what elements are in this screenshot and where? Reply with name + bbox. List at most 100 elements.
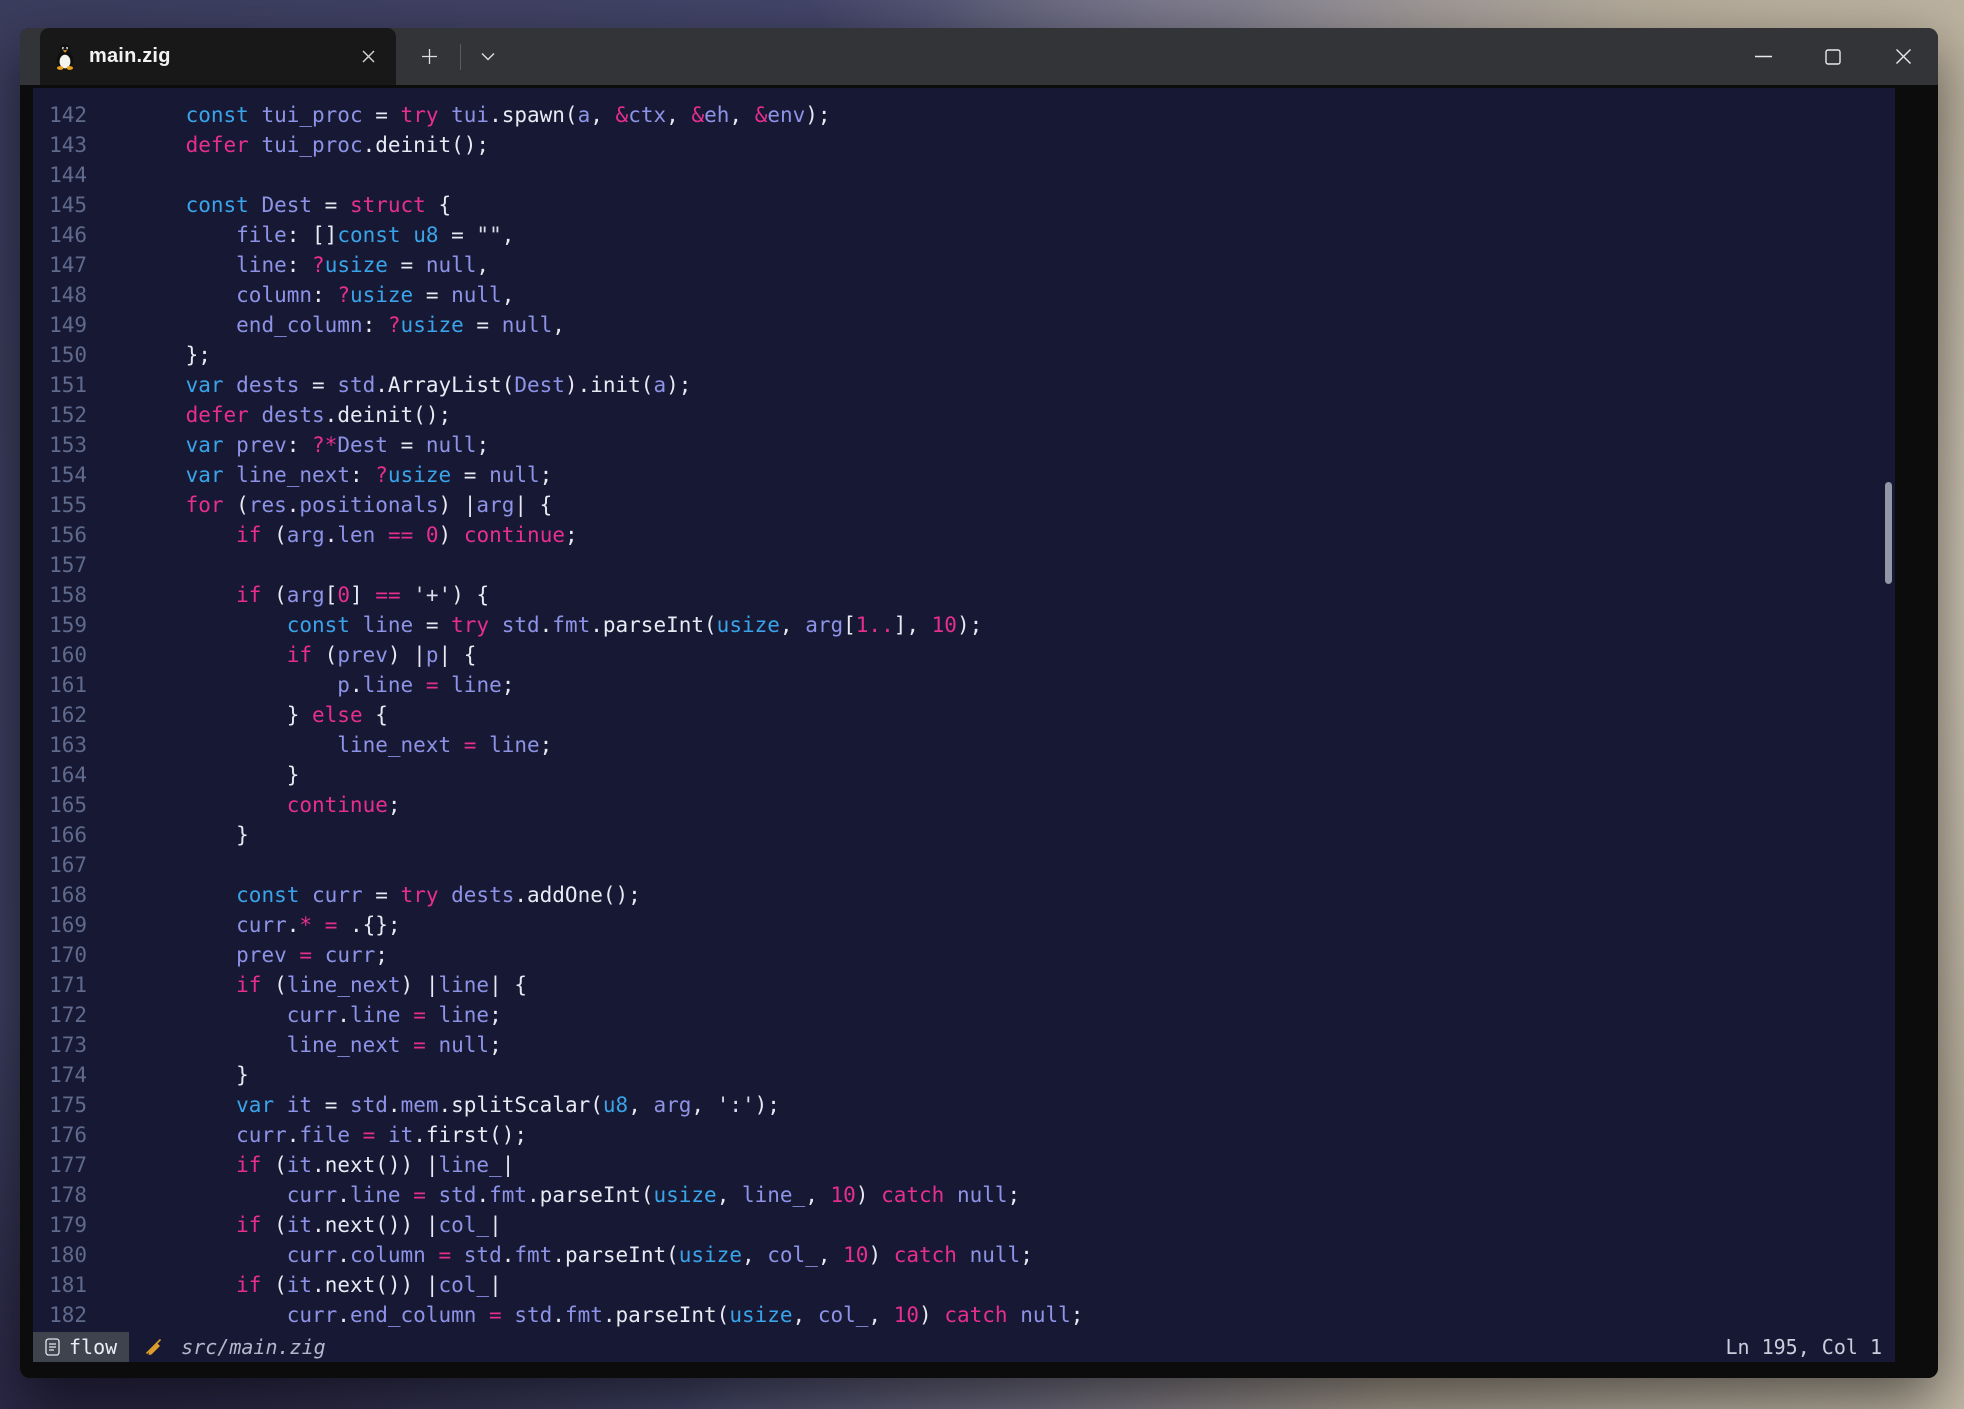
code-token: . [287,913,300,937]
line-number: 170 [45,940,87,970]
code-token: ); [957,613,982,637]
tab-main-zig[interactable]: main.zig [40,28,396,85]
code-token: = [451,463,489,487]
code-line[interactable]: 146 file: []const u8 = "", [45,220,1895,250]
new-tab-button[interactable] [402,28,456,85]
code-line[interactable]: 148 column: ?usize = null, [45,280,1895,310]
code-line[interactable]: 149 end_column: ?usize = null, [45,310,1895,340]
code-token [312,943,325,967]
code-line[interactable]: 147 line: ?usize = null, [45,250,1895,280]
code-token: ( [261,973,286,997]
code-line[interactable]: 145 const Dest = struct { [45,190,1895,220]
code-token: std [514,1303,552,1327]
code-token: try [451,613,489,637]
code-token: ; [489,1033,502,1057]
code-token: ); [666,373,691,397]
code-token: . [502,1243,515,1267]
code-token: ? [312,253,325,277]
code-line[interactable]: 155 for (res.positionals) |arg| { [45,490,1895,520]
code-line[interactable]: 152 defer dests.deinit(); [45,400,1895,430]
scrollbar-thumb[interactable] [1885,482,1892,584]
code-token: it [287,1093,312,1117]
code-token: . [337,1243,350,1267]
tab-dropdown-button[interactable] [465,28,511,85]
code-token: ) | [401,973,439,997]
code-line[interactable]: 161 p.line = line; [45,670,1895,700]
code-token: ; [502,673,515,697]
code-lines[interactable]: 142 const tui_proc = try tui.spawn(a, &c… [33,88,1895,1332]
code-line[interactable]: 166 } [45,820,1895,850]
code-line[interactable]: 182 curr.end_column = std.fmt.parseInt(u… [45,1300,1895,1330]
code-line[interactable]: 150 }; [45,340,1895,370]
code-line[interactable]: 162 } else { [45,700,1895,730]
code-token: ], [894,613,932,637]
code-line[interactable]: 181 if (it.next()) |col_| [45,1270,1895,1300]
code-line[interactable]: 154 var line_next: ?usize = null; [45,460,1895,490]
code-token: = [363,883,401,907]
code-line[interactable]: 160 if (prev) |p| { [45,640,1895,670]
code-token [476,733,489,757]
code-token [135,493,186,517]
code-line[interactable]: 151 var dests = std.ArrayList(Dest).init… [45,370,1895,400]
code-text: defer dests.deinit(); [135,403,451,427]
code-token: = [413,283,451,307]
code-line[interactable]: 142 const tui_proc = try tui.spawn(a, &c… [45,100,1895,130]
code-line[interactable]: 167 [45,850,1895,880]
flow-menu-button[interactable]: flow [33,1332,129,1362]
close-button[interactable] [1868,28,1938,85]
code-token: eh [704,103,729,127]
code-token [957,1243,970,1267]
code-line[interactable]: 157 [45,550,1895,580]
code-token: ? [375,463,388,487]
code-line[interactable]: 158 if (arg[0] == '+') { [45,580,1895,610]
code-line[interactable]: 175 var it = std.mem.splitScalar(u8, arg… [45,1090,1895,1120]
code-token: .parseInt( [527,1183,653,1207]
code-line[interactable]: 143 defer tui_proc.deinit(); [45,130,1895,160]
line-number: 171 [45,970,87,1000]
code-token: if [236,1213,261,1237]
code-token: 10 [932,613,957,637]
code-token: * [299,913,312,937]
minimize-button[interactable] [1728,28,1798,85]
code-line[interactable]: 173 line_next = null; [45,1030,1895,1060]
code-line[interactable]: 153 var prev: ?*Dest = null; [45,430,1895,460]
code-token: , [868,1303,893,1327]
code-line[interactable]: 169 curr.* = .{}; [45,910,1895,940]
code-line[interactable]: 179 if (it.next()) |col_| [45,1210,1895,1240]
code-line[interactable]: 168 const curr = try dests.addOne(); [45,880,1895,910]
code-text: var prev: ?*Dest = null; [135,433,489,457]
tab-close-button[interactable] [354,43,382,71]
code-line[interactable]: 171 if (line_next) |line| { [45,970,1895,1000]
code-token: .next()) | [312,1153,438,1177]
code-line[interactable]: 174 } [45,1060,1895,1090]
code-token: = [413,1003,426,1027]
code-token: = [299,943,312,967]
code-line[interactable]: 180 curr.column = std.fmt.parseInt(usize… [45,1240,1895,1270]
code-token [274,1093,287,1117]
maximize-button[interactable] [1798,28,1868,85]
code-token [502,1303,515,1327]
code-line[interactable]: 163 line_next = line; [45,730,1895,760]
code-line[interactable]: 178 curr.line = std.fmt.parseInt(usize, … [45,1180,1895,1210]
code-token: std [337,373,375,397]
code-line[interactable]: 176 curr.file = it.first(); [45,1120,1895,1150]
code-token: if [236,973,261,997]
code-line[interactable]: 156 if (arg.len == 0) continue; [45,520,1895,550]
code-line[interactable]: 170 prev = curr; [45,940,1895,970]
code-token: ] [350,583,375,607]
code-token: ( [261,1273,286,1297]
titlebar-drag-area[interactable] [511,28,1728,85]
line-number: 147 [45,250,87,280]
code-token [135,583,236,607]
code-text: if (it.next()) |col_| [135,1213,502,1237]
code-token: 10 [831,1183,856,1207]
code-line[interactable]: 177 if (it.next()) |line_| [45,1150,1895,1180]
code-token: it [388,1123,413,1147]
code-line[interactable]: 144 [45,160,1895,190]
line-number: 164 [45,760,87,790]
code-line[interactable]: 172 curr.line = line; [45,1000,1895,1030]
code-line[interactable]: 165 continue; [45,790,1895,820]
code-line[interactable]: 164 } [45,760,1895,790]
file-path: src/main.zig [181,1332,326,1362]
code-line[interactable]: 159 const line = try std.fmt.parseInt(us… [45,610,1895,640]
